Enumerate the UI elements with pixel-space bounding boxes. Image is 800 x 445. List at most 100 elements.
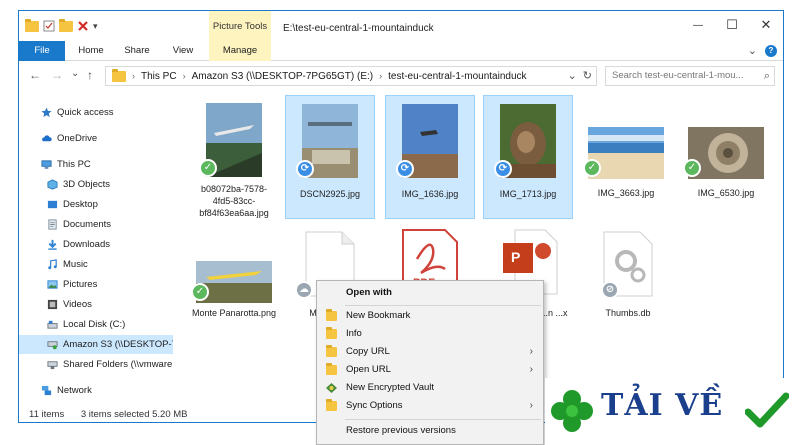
recent-locations-icon[interactable]: ⌄: [71, 68, 79, 79]
refresh-icon[interactable]: ↻: [583, 69, 592, 82]
pictures-icon: [47, 280, 58, 289]
nav-label: Documents: [63, 219, 112, 230]
nav-amazon-s3[interactable]: Amazon S3 (\\DESKTOP-7: [19, 335, 173, 354]
checkmark-logo-icon: [745, 392, 789, 428]
nav-documents[interactable]: Documents: [19, 215, 173, 234]
breadcrumb-this-pc[interactable]: This PC: [141, 71, 177, 82]
minimize-button[interactable]: —: [681, 11, 715, 39]
mountain-duck-icon: [326, 363, 337, 375]
menu-item-new-encrypted-vault[interactable]: New Encrypted Vault: [317, 379, 543, 397]
cloud-icon: [42, 135, 52, 142]
search-icon[interactable]: ⌕: [764, 67, 770, 85]
tab-share[interactable]: Share: [117, 41, 157, 61]
nav-label: OneDrive: [57, 133, 98, 144]
navigation-pane: Quick access OneDrive This PC 3D Objects…: [19, 95, 173, 405]
file-name: Thumbs.db: [605, 308, 651, 318]
menu-item-label: New Encrypted Vault: [346, 382, 435, 393]
nav-onedrive[interactable]: OneDrive: [19, 129, 173, 148]
menu-item-sync-options[interactable]: Sync Options ›: [317, 397, 543, 415]
back-arrow-icon[interactable]: ←: [29, 68, 41, 82]
file-tile[interactable]: ✓ b08072ba-7578-4fd5-83cc-bf84f63ea6aa.j…: [189, 95, 279, 219]
picture-tools-label: Picture Tools: [212, 21, 268, 32]
computer-icon: [41, 160, 52, 169]
ribbon-collapse-icon[interactable]: ⌄: [748, 44, 757, 57]
address-tail: ⌄ ↻: [568, 69, 592, 82]
file-tile[interactable]: ✓ Monte Panarotta.png: [189, 229, 279, 353]
breadcrumb-folder[interactable]: test-eu-central-1-mountainduck: [388, 71, 526, 82]
mountain-duck-icon: [326, 309, 337, 321]
menu-item-restore-previous-versions[interactable]: Restore previous versions: [317, 422, 543, 440]
sync-status-icon: ⟳: [296, 160, 314, 178]
forward-arrow-icon[interactable]: →: [51, 68, 63, 82]
qat-dropdown-icon[interactable]: ▾: [93, 21, 98, 32]
menu-item-info[interactable]: Info: [317, 325, 543, 343]
new-folder-icon[interactable]: [59, 18, 73, 32]
nav-local-disk[interactable]: Local Disk (C:): [19, 315, 173, 334]
file-name: DSCN2925.jpg: [299, 189, 361, 199]
nav-label: Desktop: [63, 199, 98, 210]
tab-home[interactable]: Home: [71, 41, 111, 61]
mountain-duck-icon: [326, 399, 337, 411]
menu-item-open-with[interactable]: Open with: [317, 284, 543, 302]
tab-view[interactable]: View: [165, 41, 201, 61]
sync-status-icon: ✓: [199, 159, 217, 177]
nav-this-pc[interactable]: This PC: [19, 155, 173, 174]
delete-icon[interactable]: [77, 20, 89, 32]
address-bar[interactable]: › This PC › Amazon S3 (\\DESKTOP-7PG65GT…: [105, 66, 597, 86]
tab-manage[interactable]: Manage: [209, 41, 271, 61]
tab-file[interactable]: File: [19, 41, 65, 61]
menu-item-open-url[interactable]: Open URL ›: [317, 361, 543, 379]
menu-item-label: Copy URL: [346, 346, 390, 357]
nav-videos[interactable]: Videos: [19, 295, 173, 314]
sync-status-icon: ⟳: [494, 160, 512, 178]
nav-shared-folders[interactable]: Shared Folders (\\vmware: [19, 355, 173, 374]
file-tile[interactable]: ⊘ Thumbs.db: [583, 229, 673, 353]
file-tile[interactable]: ⟳ DSCN2925.jpg: [285, 95, 375, 219]
search-input[interactable]: Search test-eu-central-1-mou...: [612, 70, 743, 81]
mountain-duck-icon: [326, 327, 337, 339]
nav-label: Videos: [63, 299, 92, 310]
help-icon[interactable]: ?: [765, 44, 777, 57]
file-tile[interactable]: ✓ IMG_3663.jpg: [581, 95, 671, 219]
document-icon: [48, 219, 57, 230]
watermark-text: TẢI VỀ: [601, 388, 724, 423]
file-name: IMG_1636.jpg: [401, 189, 459, 199]
nav-label: Quick access: [57, 107, 114, 118]
file-name: IMG_3663.jpg: [597, 188, 655, 198]
nav-network[interactable]: Network: [19, 381, 173, 400]
properties-icon[interactable]: [43, 20, 55, 32]
breadcrumb-drive[interactable]: Amazon S3 (\\DESKTOP-7PG65GT) (E:): [192, 71, 374, 82]
window-controls: — ☐ ✕: [681, 11, 783, 39]
nav-3d-objects[interactable]: 3D Objects: [19, 175, 173, 194]
file-tile[interactable]: ⟳ IMG_1636.jpg: [385, 95, 475, 219]
nav-downloads[interactable]: Downloads: [19, 235, 173, 254]
nav-music[interactable]: Music: [19, 255, 173, 274]
selection-info: 3 items selected 5.20 MB: [80, 409, 188, 420]
nav-desktop[interactable]: Desktop: [19, 195, 173, 214]
vault-icon: [326, 383, 337, 393]
close-button[interactable]: ✕: [749, 11, 783, 39]
folder-icon[interactable]: [25, 18, 39, 32]
address-dropdown-icon[interactable]: ⌄: [568, 69, 577, 82]
video-icon: [47, 299, 58, 310]
title-bar: ▾ Picture Tools E:\test-eu-central-1-mou…: [19, 11, 783, 61]
file-tile[interactable]: ✓ IMG_6530.jpg: [681, 95, 771, 219]
file-name: IMG_1713.jpg: [499, 189, 557, 199]
menu-item-label: Open URL: [346, 364, 391, 375]
menu-item-label: Info: [346, 328, 362, 339]
up-arrow-icon[interactable]: ↑: [87, 68, 93, 82]
nav-pictures[interactable]: Pictures: [19, 275, 173, 294]
mountain-duck-icon: [326, 345, 337, 357]
chevron-right-icon: ›: [132, 71, 135, 81]
maximize-button[interactable]: ☐: [715, 11, 749, 39]
menu-item-new-bookmark[interactable]: New Bookmark: [317, 307, 543, 325]
desktop-icon: [47, 200, 58, 209]
menu-item-copy-url[interactable]: Copy URL ›: [317, 343, 543, 361]
network-icon: [41, 385, 52, 396]
nav-quick-access[interactable]: Quick access: [19, 103, 173, 122]
blocked-status-icon: ⊘: [601, 281, 619, 299]
submenu-arrow-icon: ›: [529, 400, 533, 411]
file-name: b08072ba-7578-4fd5-83cc-bf84f63ea6aa.jpg: [199, 184, 269, 218]
file-tile[interactable]: ⟳ IMG_1713.jpg: [483, 95, 573, 219]
search-box[interactable]: Search test-eu-central-1-mou... ⌕: [605, 66, 775, 86]
